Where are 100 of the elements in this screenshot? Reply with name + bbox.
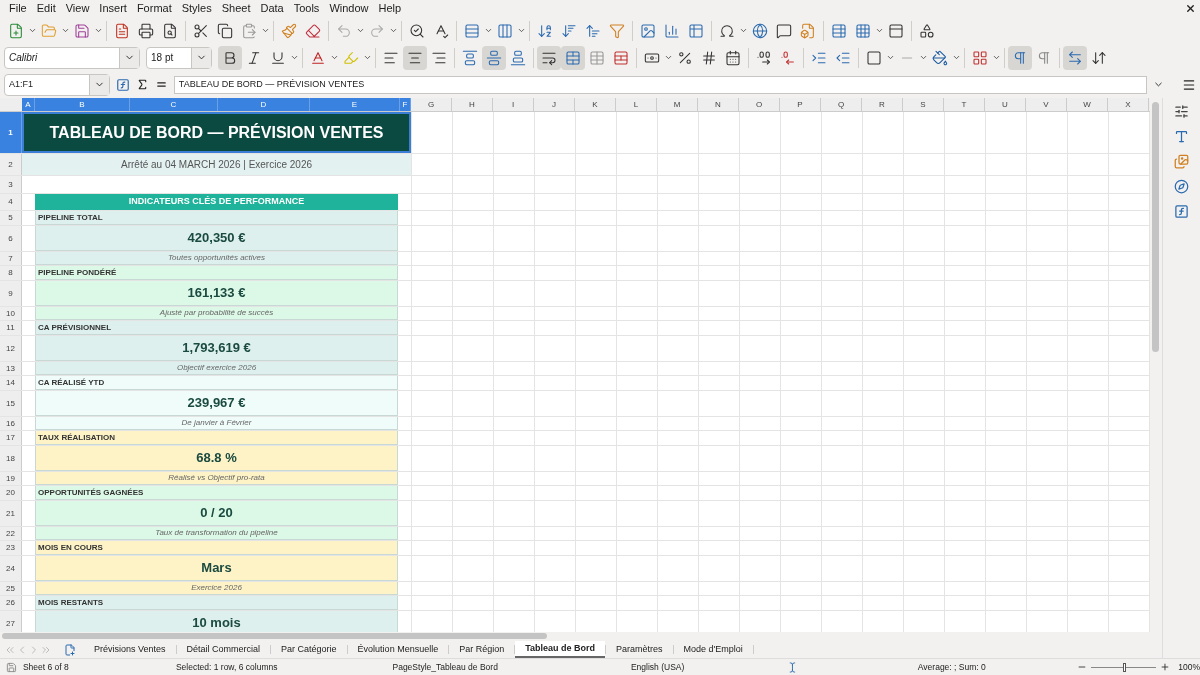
- dropdown-caret-icon[interactable]: [356, 26, 365, 35]
- align-middle-icon[interactable]: [482, 45, 506, 70]
- row-header[interactable]: 13: [0, 362, 22, 375]
- column-header[interactable]: U: [985, 98, 1026, 111]
- row-header[interactable]: 15: [0, 391, 22, 416]
- left-to-right-icon[interactable]: [1008, 45, 1032, 70]
- dropdown-caret-icon[interactable]: [363, 53, 372, 62]
- font-name-field[interactable]: Calibri: [4, 46, 140, 69]
- align-center-icon[interactable]: [403, 45, 427, 70]
- column-header[interactable]: R: [862, 98, 903, 111]
- sheet-tab[interactable]: Paramètres: [606, 641, 673, 658]
- merge-center-icon[interactable]: [561, 45, 585, 70]
- dropdown-caret-icon[interactable]: [330, 53, 339, 62]
- row-header[interactable]: 23: [0, 541, 22, 555]
- menu-item[interactable]: Insert: [94, 0, 132, 17]
- column-header[interactable]: E: [310, 98, 400, 111]
- dropdown-caret-icon[interactable]: [28, 26, 37, 35]
- zoom-in-icon[interactable]: [1160, 662, 1171, 672]
- menu-item[interactable]: Window: [324, 0, 374, 17]
- row-header[interactable]: 6: [0, 226, 22, 251]
- column-header[interactable]: G: [411, 98, 452, 111]
- column-header[interactable]: X: [1108, 98, 1149, 111]
- close-icon[interactable]: [1185, 3, 1196, 14]
- row-header[interactable]: 7: [0, 252, 22, 265]
- column-header[interactable]: J: [534, 98, 575, 111]
- sheet-tab[interactable]: Évolution Mensuelle: [347, 641, 449, 658]
- dropdown-caret-icon[interactable]: [290, 53, 299, 62]
- column-header[interactable]: T: [944, 98, 985, 111]
- column-header[interactable]: L: [616, 98, 657, 111]
- column-header[interactable]: H: [452, 98, 493, 111]
- menu-item[interactable]: File: [4, 0, 32, 17]
- column-header[interactable]: D: [218, 98, 310, 111]
- row-header[interactable]: 5: [0, 211, 22, 225]
- sheet-tab[interactable]: Tableau de Bord: [515, 641, 606, 658]
- menu-item[interactable]: Data: [255, 0, 289, 17]
- row-header[interactable]: 11: [0, 321, 22, 335]
- row-header[interactable]: 20: [0, 486, 22, 500]
- column-header[interactable]: S: [903, 98, 944, 111]
- empty-cell-grid[interactable]: [411, 112, 1150, 632]
- zoom-slider-thumb[interactable]: [1122, 662, 1126, 672]
- row-header[interactable]: 1: [0, 112, 22, 153]
- dropdown-caret-icon[interactable]: [919, 53, 928, 62]
- sheet-tab[interactable]: Détail Commercial: [176, 641, 271, 658]
- sheet-tab[interactable]: Prévisions Ventes: [84, 641, 176, 658]
- row-header[interactable]: 4: [0, 194, 22, 210]
- column-header[interactable]: K: [575, 98, 616, 111]
- navigator-icon[interactable]: [1174, 179, 1189, 194]
- row-header[interactable]: 18: [0, 446, 22, 471]
- column-header[interactable]: N: [698, 98, 739, 111]
- column-header[interactable]: O: [739, 98, 780, 111]
- row-header[interactable]: 21: [0, 501, 22, 526]
- menu-icon[interactable]: [1182, 77, 1196, 92]
- row-header[interactable]: 14: [0, 376, 22, 390]
- menu-item[interactable]: Styles: [176, 0, 217, 17]
- bold-icon[interactable]: [218, 45, 242, 70]
- column-header[interactable]: Q: [821, 98, 862, 111]
- dropdown-caret-icon[interactable]: [61, 26, 70, 35]
- row-header[interactable]: 12: [0, 336, 22, 361]
- row-header[interactable]: 22: [0, 527, 22, 540]
- row-header[interactable]: 9: [0, 281, 22, 306]
- wrap-text-icon[interactable]: [537, 45, 561, 70]
- row-header[interactable]: 3: [0, 176, 22, 193]
- font-size-field[interactable]: 18 pt: [146, 46, 212, 69]
- dropdown-caret-icon[interactable]: [739, 26, 748, 35]
- menu-item[interactable]: View: [60, 0, 95, 17]
- row-header[interactable]: 16: [0, 417, 22, 430]
- gallery-icon[interactable]: [1174, 154, 1189, 169]
- row-header[interactable]: 17: [0, 431, 22, 445]
- column-header[interactable]: C: [130, 98, 218, 111]
- dropdown-caret-icon[interactable]: [484, 26, 493, 35]
- styles-icon[interactable]: [1174, 129, 1189, 144]
- column-header[interactable]: I: [493, 98, 534, 111]
- menu-item[interactable]: Format: [131, 0, 177, 17]
- sheet-tab[interactable]: Par Région: [449, 641, 515, 658]
- dropdown-caret-icon[interactable]: [389, 26, 398, 35]
- column-header[interactable]: A: [22, 98, 35, 111]
- function-wizard-icon[interactable]: [115, 77, 130, 92]
- dropdown-caret-icon[interactable]: [94, 26, 103, 35]
- sheet-tab[interactable]: Mode d'Emploi: [673, 641, 753, 658]
- formula-input[interactable]: TABLEAU DE BORD — PRÉVISION VENTES: [173, 75, 1147, 94]
- functions-icon[interactable]: [1174, 204, 1189, 219]
- dropdown-caret-icon[interactable]: [261, 26, 270, 35]
- row-header[interactable]: 19: [0, 472, 22, 485]
- column-header[interactable]: B: [35, 98, 130, 111]
- row-header[interactable]: 25: [0, 582, 22, 595]
- row-header[interactable]: 8: [0, 266, 22, 280]
- column-header[interactable]: F: [400, 98, 411, 111]
- dropdown-caret-icon[interactable]: [875, 26, 884, 35]
- row-header[interactable]: 2: [0, 154, 22, 175]
- properties-icon[interactable]: [1174, 104, 1189, 119]
- add-sheet-icon[interactable]: [64, 643, 76, 656]
- dropdown-caret-icon[interactable]: [664, 53, 673, 62]
- row-header[interactable]: 26: [0, 596, 22, 610]
- text-direction-icon[interactable]: [1063, 45, 1087, 70]
- dropdown-caret-icon[interactable]: [517, 26, 526, 35]
- zoom-level[interactable]: 100%: [1178, 660, 1200, 674]
- menu-item[interactable]: Edit: [31, 0, 61, 17]
- menu-item[interactable]: Help: [373, 0, 407, 17]
- row-header[interactable]: 10: [0, 307, 22, 320]
- column-header[interactable]: V: [1026, 98, 1067, 111]
